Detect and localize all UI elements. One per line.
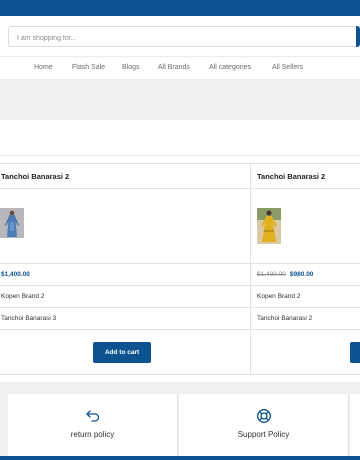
product-old-price: $1,400.00 <box>257 271 286 278</box>
product-model: Tanchoi Banarasi 3 <box>1 315 57 322</box>
product-image-cell <box>251 189 360 264</box>
top-header-bar <box>0 0 360 16</box>
policy-box-partial <box>350 394 360 456</box>
footer-bar <box>0 456 360 460</box>
product-model-cell: Tanchoi Banarasi 3 <box>0 308 250 330</box>
product-name-cell: Tanchoi Banarasi 2 <box>251 164 360 189</box>
product-model-cell: Tanchoi Banarasi 2 <box>251 308 360 330</box>
product-name[interactable]: Tanchoi Banarasi 2 <box>1 172 69 181</box>
product-price-cell: $1,400.00 <box>0 264 250 286</box>
add-to-cart-button[interactable]: Add to cart <box>93 342 151 363</box>
nav-item-flash-sale[interactable]: Flash Sale <box>72 57 105 79</box>
nav-item-all-categories[interactable]: All categories <box>209 57 251 79</box>
product-action-cell <box>251 330 360 374</box>
search-button[interactable] <box>356 26 360 47</box>
main-nav: Home Flash Sale Blogs All Brands All cat… <box>0 57 360 79</box>
nav-item-blogs[interactable]: Blogs <box>122 57 140 79</box>
product-brand-cell: Kopen Brand 2 <box>0 286 250 308</box>
product-price-cell: $1,400.00 $980.00 <box>251 264 360 286</box>
search-bar[interactable] <box>8 26 360 48</box>
product-action-cell: Add to cart <box>0 330 250 374</box>
nav-item-home[interactable]: Home <box>34 57 53 79</box>
nav-item-all-sellers[interactable]: All Sellers <box>272 57 303 79</box>
compare-table: Tanchoi Banarasi 2 $1,400.00 Kopen Brand… <box>0 163 360 375</box>
product-model: Tanchoi Banarasi 2 <box>257 315 313 322</box>
nav-item-all-brands[interactable]: All Brands <box>158 57 190 79</box>
page-banner-band <box>0 80 360 120</box>
support-policy-label: Support Policy <box>237 430 290 439</box>
product-thumbnail[interactable] <box>257 208 281 244</box>
product-thumbnail[interactable] <box>0 208 24 238</box>
product-price: $1,400.00 <box>1 271 30 278</box>
section-divider <box>0 155 360 156</box>
return-arrow-icon <box>85 410 99 422</box>
product-image-cell <box>0 189 250 264</box>
product-brand: Kopen Brand 2 <box>1 293 45 300</box>
product-brand: Kopen Brand 2 <box>257 293 301 300</box>
product-price: $980.00 <box>289 271 314 278</box>
search-input[interactable] <box>9 29 359 48</box>
product-name[interactable]: Tanchoi Banarasi 2 <box>257 172 325 181</box>
add-to-cart-button[interactable] <box>350 342 360 363</box>
support-policy-link[interactable]: Support Policy <box>179 394 349 456</box>
lifebuoy-icon <box>256 409 271 423</box>
compare-column: Tanchoi Banarasi 2 $1,400.00 Kopen Brand… <box>0 164 251 374</box>
product-name-cell: Tanchoi Banarasi 2 <box>0 164 250 189</box>
compare-column: Tanchoi Banarasi 2 $1,400.00 $980.00 Kope… <box>251 164 360 374</box>
return-policy-link[interactable]: return policy <box>8 394 178 456</box>
product-brand-cell: Kopen Brand 2 <box>251 286 360 308</box>
return-policy-label: return policy <box>70 430 115 439</box>
